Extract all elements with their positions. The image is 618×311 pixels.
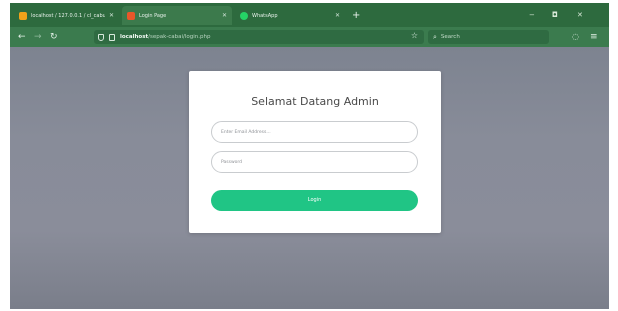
navigation-bar: ← → ↻ localhost /sepak-cabai/login.php ☆… — [10, 27, 609, 47]
new-tab-button[interactable]: + — [352, 6, 360, 25]
browser-window: localhost / 127.0.0.1 / cl_cabu ✕ Login … — [10, 3, 609, 309]
hamburger-menu-icon[interactable]: ≡ — [590, 27, 598, 47]
login-button[interactable]: Login — [211, 190, 418, 211]
tab-phpmyadmin[interactable]: localhost / 127.0.0.1 / cl_cabu ✕ — [14, 6, 119, 25]
page-title: Selamat Datang Admin — [251, 95, 379, 108]
close-icon[interactable]: ✕ — [109, 12, 114, 19]
tab-strip: localhost / 127.0.0.1 / cl_cabu ✕ Login … — [10, 3, 609, 27]
page-info-icon[interactable] — [109, 33, 115, 41]
forward-arrow-icon[interactable]: → — [34, 27, 42, 47]
maximize-icon[interactable]: ◘ — [552, 6, 558, 25]
page-icon — [127, 11, 135, 20]
url-host: localhost — [120, 34, 149, 40]
window-close-icon[interactable]: ✕ — [577, 6, 583, 25]
phpmyadmin-icon — [19, 11, 27, 20]
page-content: Selamat Datang Admin Enter Email Address… — [10, 47, 609, 309]
minimize-icon[interactable]: − — [529, 6, 535, 25]
search-placeholder: Search — [440, 34, 460, 40]
password-placeholder: Password — [221, 159, 243, 165]
tab-label: Login Page — [139, 12, 167, 19]
address-bar[interactable]: localhost /sepak-cabai/login.php ☆ — [94, 30, 424, 44]
tab-label: localhost / 127.0.0.1 / cl_cabu — [31, 12, 105, 19]
tab-label: WhatsApp — [252, 12, 278, 19]
email-field[interactable]: Enter Email Address... — [211, 121, 418, 143]
tab-whatsapp[interactable]: WhatsApp ✕ — [235, 6, 345, 25]
tab-login-page[interactable]: Login Page ✕ — [122, 6, 232, 25]
email-placeholder: Enter Email Address... — [221, 129, 271, 135]
shield-icon — [98, 33, 104, 41]
close-icon[interactable]: ✕ — [222, 12, 227, 19]
url-path: /sepak-cabai/login.php — [148, 34, 211, 40]
reload-icon[interactable]: ↻ — [50, 27, 58, 47]
whatsapp-icon — [240, 11, 248, 20]
search-bar[interactable]: ⌕ Search — [428, 30, 549, 44]
login-card: Selamat Datang Admin Enter Email Address… — [189, 71, 441, 233]
bookmark-star-icon[interactable]: ☆ — [411, 31, 418, 40]
back-arrow-icon[interactable]: ← — [18, 27, 26, 47]
password-field[interactable]: Password — [211, 151, 418, 173]
close-icon[interactable]: ✕ — [335, 12, 340, 19]
search-icon: ⌕ — [433, 32, 437, 41]
pocket-icon[interactable]: ◌ — [572, 27, 579, 47]
